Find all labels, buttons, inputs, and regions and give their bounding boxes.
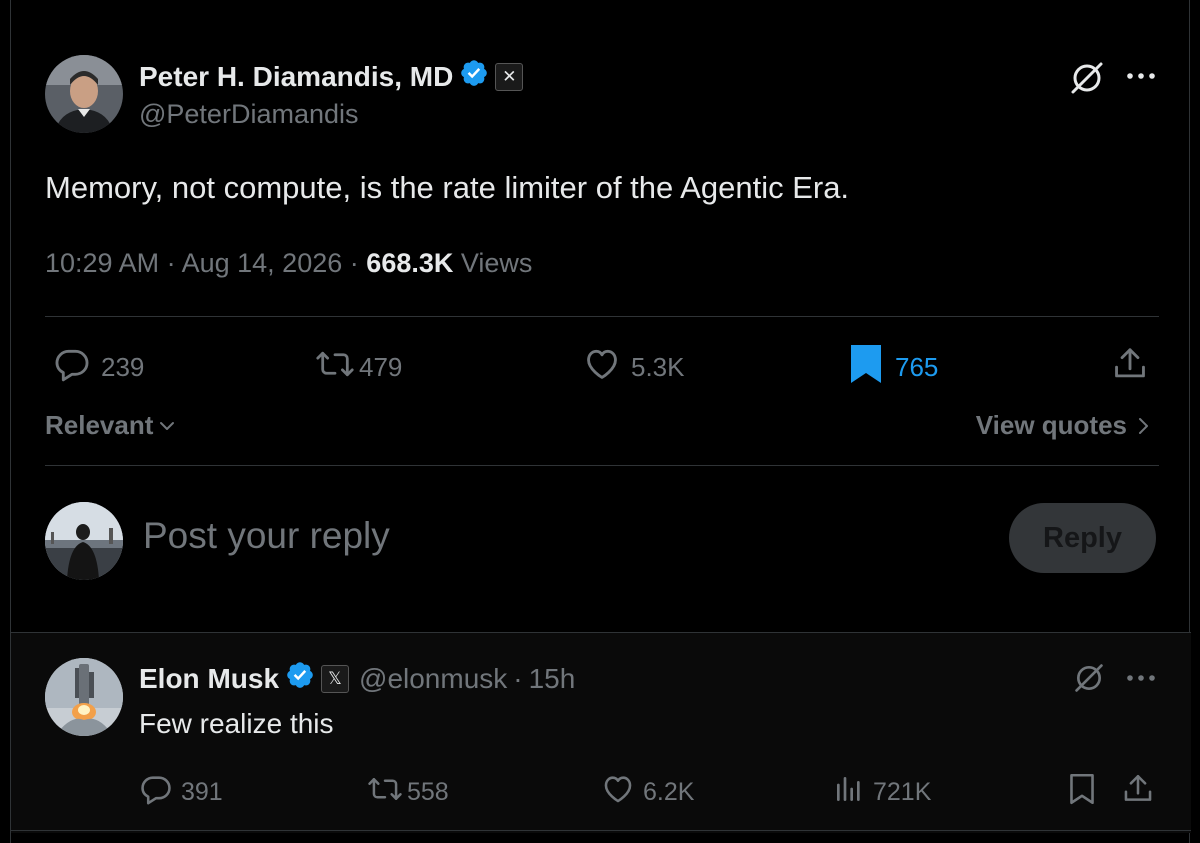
repost-action[interactable]: 479 bbox=[315, 345, 402, 390]
divider bbox=[11, 830, 1191, 831]
reply-author-name[interactable]: Elon Musk bbox=[139, 663, 279, 695]
grok-icon[interactable] bbox=[1073, 662, 1105, 699]
reply-count: 239 bbox=[101, 352, 145, 382]
reply-button-label: Reply bbox=[1043, 521, 1122, 554]
reply-like-action[interactable]: 6.2K bbox=[601, 772, 694, 813]
reply-bookmark-action[interactable] bbox=[1067, 772, 1097, 811]
views-count: 668.3K bbox=[366, 248, 454, 278]
view-quotes-label: View quotes bbox=[975, 410, 1127, 440]
divider bbox=[45, 465, 1159, 466]
post-time[interactable]: 10:29 AM bbox=[45, 248, 159, 278]
sort-label: Relevant bbox=[45, 410, 154, 440]
author-name-row: Peter H. Diamandis, MD ✕ bbox=[139, 58, 524, 95]
reply-icon bbox=[139, 772, 173, 813]
chevron-down-icon bbox=[157, 416, 177, 436]
share-icon bbox=[1121, 772, 1155, 811]
view-quotes-link[interactable]: View quotes bbox=[976, 410, 1151, 441]
reply-count: 391 bbox=[181, 778, 223, 806]
divider bbox=[45, 316, 1159, 317]
bookmark-count: 765 bbox=[895, 352, 939, 382]
views-label: Views bbox=[460, 248, 533, 278]
bookmark-icon bbox=[1067, 772, 1097, 811]
bookmark-action[interactable]: 765 bbox=[849, 343, 938, 392]
post-date[interactable]: Aug 14, 2026 bbox=[182, 248, 343, 278]
meta-separator: · bbox=[166, 248, 176, 278]
more-icon[interactable] bbox=[1125, 668, 1157, 693]
post-detail-view: Peter H. Diamandis, MD ✕ @PeterDiamandis… bbox=[10, 0, 1191, 843]
chevron-right-icon bbox=[1135, 415, 1151, 437]
reply-text: Few realize this bbox=[139, 708, 334, 739]
bookmark-icon bbox=[849, 343, 883, 392]
like-action[interactable]: 5.3K bbox=[583, 345, 685, 390]
reply-author-handle[interactable]: @elonmusk bbox=[359, 663, 507, 695]
like-count: 6.2K bbox=[643, 778, 695, 806]
author-display-name[interactable]: Peter H. Diamandis, MD bbox=[139, 61, 453, 93]
reply-repost-action[interactable]: 558 bbox=[367, 772, 449, 813]
reply-author-row: Elon Musk 𝕏 @elonmusk · 15h bbox=[139, 660, 575, 697]
meta-separator: · bbox=[513, 662, 523, 694]
reply-share-action[interactable] bbox=[1121, 772, 1155, 811]
affiliation-badge[interactable]: ✕ bbox=[495, 62, 524, 91]
verified-badge-icon[interactable] bbox=[459, 58, 489, 95]
reply-icon bbox=[53, 345, 91, 390]
views-count: 721K bbox=[873, 778, 932, 806]
affiliation-badge[interactable]: 𝕏 bbox=[321, 664, 350, 693]
repost-count: 558 bbox=[407, 778, 449, 806]
reply-button[interactable]: Reply bbox=[1009, 503, 1156, 573]
reply-action[interactable]: 239 bbox=[53, 345, 144, 390]
post-text: Memory, not compute, is the rate limiter… bbox=[45, 170, 850, 205]
like-icon bbox=[601, 772, 635, 813]
author-handle[interactable]: @PeterDiamandis bbox=[139, 99, 359, 130]
verified-badge-icon[interactable] bbox=[285, 660, 315, 697]
repost-icon bbox=[367, 772, 403, 813]
reply-sort-dropdown[interactable]: Relevant bbox=[45, 410, 177, 441]
reply-input[interactable]: Post your reply bbox=[143, 515, 390, 557]
repost-icon bbox=[315, 345, 355, 390]
reply-age[interactable]: 15h bbox=[529, 663, 576, 695]
reply-reply-action[interactable]: 391 bbox=[139, 772, 223, 813]
meta-separator: · bbox=[349, 248, 359, 278]
repost-count: 479 bbox=[359, 352, 403, 382]
post-meta: 10:29 AM · Aug 14, 2026 · 668.3K Views bbox=[45, 248, 532, 279]
like-count: 5.3K bbox=[631, 352, 685, 382]
share-action[interactable] bbox=[1111, 345, 1149, 388]
share-icon bbox=[1111, 345, 1149, 388]
grok-icon[interactable] bbox=[1069, 60, 1105, 101]
views-icon bbox=[833, 772, 865, 813]
like-icon bbox=[583, 345, 621, 390]
author-avatar[interactable] bbox=[45, 55, 123, 133]
current-user-avatar[interactable] bbox=[45, 502, 123, 580]
more-icon[interactable] bbox=[1125, 66, 1157, 91]
reply-views-action[interactable]: 721K bbox=[833, 772, 931, 813]
reply-author-avatar[interactable] bbox=[45, 658, 123, 736]
